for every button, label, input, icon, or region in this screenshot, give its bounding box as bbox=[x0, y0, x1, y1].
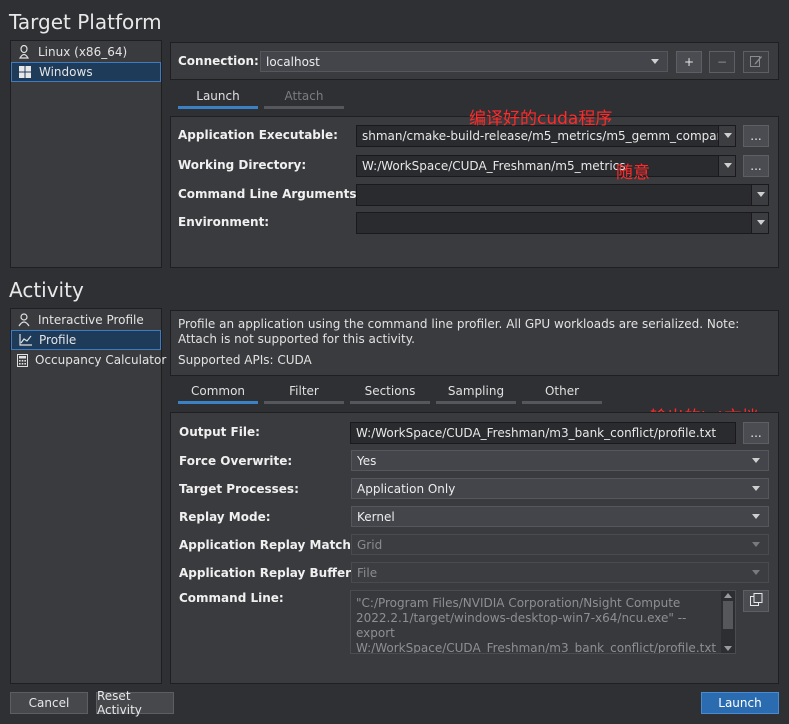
copy-icon bbox=[749, 593, 763, 609]
target-processes-select[interactable]: Application Only bbox=[351, 478, 769, 499]
replay-mode-label: Replay Mode: bbox=[179, 510, 271, 524]
supported-apis: Supported APIs: CUDA bbox=[178, 353, 312, 367]
platform-item-linux[interactable]: Linux (x86_64) bbox=[11, 42, 161, 62]
working-dir-browse-button[interactable]: ... bbox=[743, 155, 769, 177]
force-overwrite-label: Force Overwrite: bbox=[179, 454, 293, 468]
target-processes-value: Application Only bbox=[357, 481, 456, 496]
annotation-arbitrary: 随意 bbox=[616, 163, 650, 183]
output-file-value: W:/WorkSpace/CUDA_Freshman/m3_bank_confl… bbox=[356, 426, 717, 440]
activity-label: Interactive Profile bbox=[38, 313, 144, 327]
environment-label: Environment: bbox=[178, 215, 270, 229]
app-exe-browse-button[interactable]: ... bbox=[743, 125, 769, 147]
chevron-down-icon[interactable] bbox=[751, 185, 768, 205]
scrollbar-thumb[interactable] bbox=[723, 601, 733, 629]
activity-label: Profile bbox=[39, 333, 77, 347]
target-processes-label: Target Processes: bbox=[179, 482, 299, 496]
remove-connection-button[interactable]: − bbox=[709, 51, 735, 73]
chevron-down-icon bbox=[752, 570, 760, 575]
replay-mode-value: Kernel bbox=[357, 509, 395, 524]
reset-activity-button[interactable]: Reset Activity bbox=[96, 689, 174, 717]
add-connection-button[interactable]: + bbox=[676, 51, 702, 73]
platform-label: Windows bbox=[39, 65, 93, 79]
chevron-down-icon bbox=[752, 458, 760, 463]
cmd-args-field[interactable] bbox=[356, 184, 769, 206]
tab-filter[interactable]: Filter bbox=[264, 382, 344, 404]
app-replay-buffer-select[interactable]: File bbox=[351, 562, 769, 583]
cancel-button[interactable]: Cancel bbox=[10, 692, 88, 714]
force-overwrite-value: Yes bbox=[357, 453, 377, 468]
activity-item-profile[interactable]: Profile bbox=[11, 330, 161, 350]
tab-sections[interactable]: Sections bbox=[350, 382, 430, 404]
app-exe-label: Application Executable: bbox=[178, 128, 338, 142]
linux-tux-icon bbox=[17, 45, 31, 59]
chevron-down-icon bbox=[651, 59, 659, 64]
app-replay-buffer-value: File bbox=[357, 565, 378, 580]
interactive-profile-icon bbox=[17, 313, 31, 327]
working-dir-field[interactable]: W:/WorkSpace/CUDA_Freshman/m5_metrics bbox=[356, 155, 736, 177]
cmd-args-label: Command Line Arguments: bbox=[178, 187, 362, 201]
connection-select[interactable]: localhost bbox=[260, 51, 668, 72]
command-line-value: "C:/Program Files/NVIDIA Corporation/Nsi… bbox=[356, 596, 717, 654]
chevron-down-icon bbox=[752, 486, 760, 491]
tab-other[interactable]: Other bbox=[522, 382, 602, 404]
replay-mode-select[interactable]: Kernel bbox=[351, 506, 769, 527]
platform-item-windows[interactable]: Windows bbox=[11, 62, 161, 82]
output-file-browse-button[interactable]: ... bbox=[743, 422, 769, 444]
app-exe-value: shman/cmake-build-release/m5_metrics/m5_… bbox=[362, 129, 736, 143]
edit-connection-button[interactable] bbox=[743, 51, 769, 73]
activity-title: Activity bbox=[9, 278, 84, 302]
annotation-cuda-program: 编译好的cuda程序 bbox=[469, 109, 613, 129]
connection-label: Connection: bbox=[178, 54, 259, 68]
chevron-down-icon bbox=[752, 514, 760, 519]
activity-item-occupancy-calculator[interactable]: Occupancy Calculator bbox=[11, 350, 166, 370]
output-file-label: Output File: bbox=[179, 425, 260, 439]
windows-logo-icon bbox=[18, 65, 32, 79]
app-replay-match-label: Application Replay Match: bbox=[179, 538, 356, 552]
app-replay-buffer-label: Application Replay Buffer: bbox=[179, 566, 356, 580]
working-dir-value: W:/WorkSpace/CUDA_Freshman/m5_metrics bbox=[362, 159, 626, 173]
tab-launch[interactable]: Launch bbox=[178, 87, 258, 109]
chevron-down-icon bbox=[752, 542, 760, 547]
tab-common[interactable]: Common bbox=[178, 382, 258, 404]
command-line-scrollbar[interactable] bbox=[721, 591, 735, 653]
scroll-down-icon[interactable] bbox=[724, 646, 732, 651]
activity-list: Interactive Profile Profile Occupancy Ca… bbox=[10, 308, 166, 684]
chevron-down-icon[interactable] bbox=[718, 126, 735, 146]
app-replay-match-value: Grid bbox=[357, 537, 383, 552]
command-line-textarea[interactable]: "C:/Program Files/NVIDIA Corporation/Nsi… bbox=[350, 590, 736, 654]
tab-attach[interactable]: Attach bbox=[264, 87, 344, 109]
target-platform-title: Target Platform bbox=[9, 10, 162, 34]
force-overwrite-select[interactable]: Yes bbox=[351, 450, 769, 471]
environment-field[interactable] bbox=[356, 212, 769, 234]
edit-icon bbox=[749, 54, 763, 71]
launch-button[interactable]: Launch bbox=[701, 692, 779, 714]
working-dir-label: Working Directory: bbox=[178, 158, 307, 172]
chart-icon bbox=[18, 333, 32, 347]
platform-list: Linux (x86_64) Windows bbox=[10, 40, 162, 268]
activity-description: Profile an application using the command… bbox=[178, 317, 740, 346]
calculator-icon bbox=[17, 353, 28, 367]
command-line-label: Command Line: bbox=[179, 591, 284, 605]
activity-label: Occupancy Calculator bbox=[35, 353, 167, 367]
connection-value: localhost bbox=[266, 54, 320, 69]
tab-sampling[interactable]: Sampling bbox=[436, 382, 516, 404]
chevron-down-icon[interactable] bbox=[751, 213, 768, 233]
activity-item-interactive-profile[interactable]: Interactive Profile bbox=[11, 310, 161, 330]
platform-label: Linux (x86_64) bbox=[38, 45, 128, 59]
output-file-field[interactable]: W:/WorkSpace/CUDA_Freshman/m3_bank_confl… bbox=[350, 422, 736, 444]
chevron-down-icon[interactable] bbox=[718, 156, 735, 176]
app-replay-match-select[interactable]: Grid bbox=[351, 534, 769, 555]
copy-command-button[interactable] bbox=[743, 590, 769, 612]
scroll-up-icon[interactable] bbox=[724, 593, 732, 598]
